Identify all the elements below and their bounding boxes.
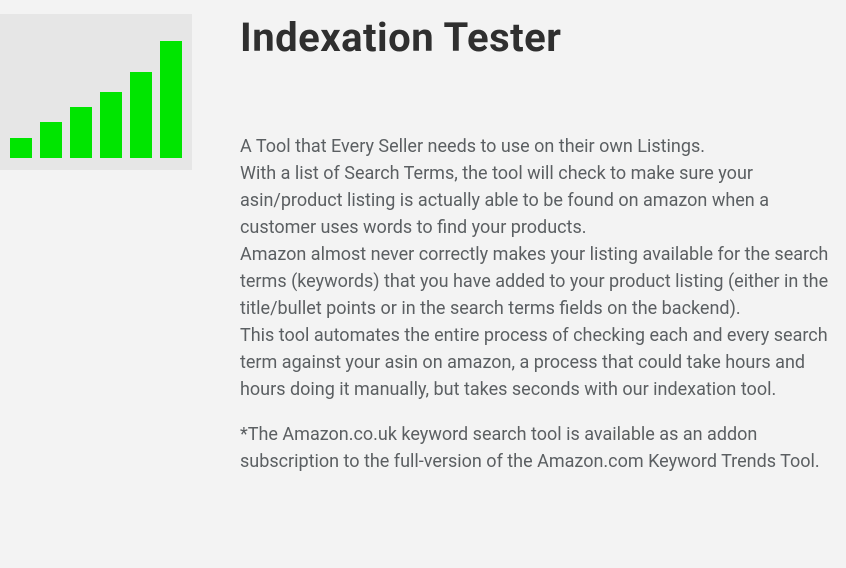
body-paragraph: Amazon almost never correctly makes your… [240,241,836,322]
content-column: Indexation Tester A Tool that Every Sell… [240,14,846,475]
body-footnote: *The Amazon.co.uk keyword search tool is… [240,421,836,475]
chart-bar [10,138,32,158]
chart-bar [100,92,122,158]
chart-bar [130,72,152,158]
body-paragraph: A Tool that Every Seller needs to use on… [240,133,836,160]
body-paragraph: With a list of Search Terms, the tool wi… [240,160,836,241]
chart-bar [40,122,62,158]
chart-bar [160,41,182,158]
body-paragraph: This tool automates the entire process o… [240,322,836,403]
page-title: Indexation Tester [240,14,836,61]
main-container: Indexation Tester A Tool that Every Sell… [0,14,846,475]
chart-bar [70,107,92,158]
bar-chart-icon [0,14,192,170]
